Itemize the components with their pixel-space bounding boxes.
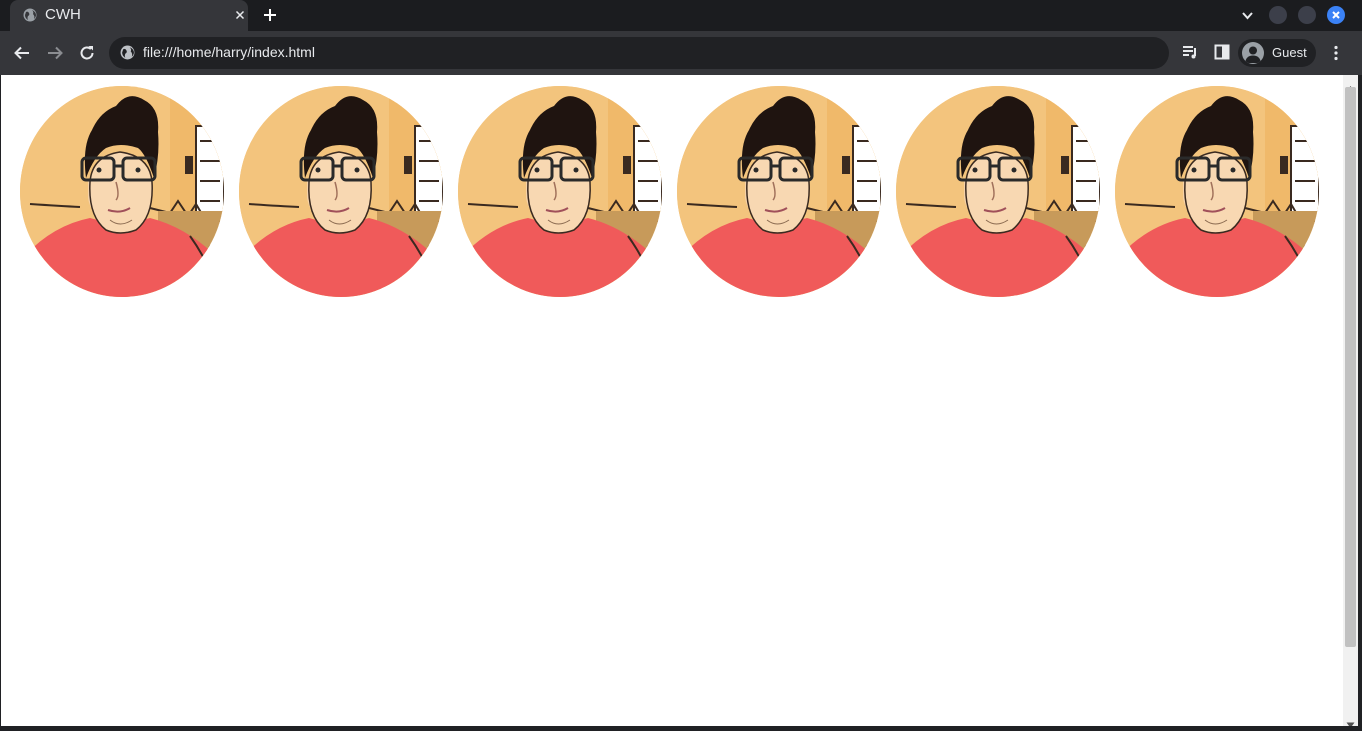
profile-photo [677,86,881,297]
tab-strip: CWH [0,0,1362,31]
page-viewport [1,75,1343,726]
scrollbar-thumb[interactable] [1345,87,1356,647]
window-frame-right [1358,75,1362,731]
browser-toolbar: file:///home/harry/index.html Guest [0,31,1362,75]
profile-photo [458,86,662,297]
address-bar[interactable]: file:///home/harry/index.html [109,37,1169,69]
person-icon [1242,42,1264,64]
tab-cwh[interactable]: CWH [10,0,248,31]
profile-button[interactable]: Guest [1238,39,1316,67]
profile-photo [239,86,443,297]
profile-photo [20,86,224,297]
arrow-left-icon[interactable] [13,44,31,62]
side-panel-icon[interactable] [1213,43,1231,61]
profile-photo [1115,86,1319,297]
image-gallery [20,86,1330,298]
minimize-button[interactable] [1269,6,1287,24]
reload-icon[interactable] [78,44,96,62]
kebab-menu-icon[interactable] [1328,44,1344,62]
close-icon [1332,11,1340,19]
window-close-button[interactable] [1327,6,1345,24]
window-frame-bottom [0,726,1362,731]
globe-icon [23,8,37,22]
vertical-scrollbar[interactable] [1343,75,1358,728]
profile-photo [896,86,1100,297]
arrow-right-icon[interactable] [46,44,64,62]
maximize-button[interactable] [1298,6,1316,24]
profile-label: Guest [1272,45,1307,60]
plus-icon[interactable] [262,7,278,23]
url-text[interactable]: file:///home/harry/index.html [143,44,315,60]
globe-icon[interactable] [120,45,135,60]
scroll-down-arrow-icon[interactable] [1346,716,1355,728]
chevron-down-icon[interactable] [1240,8,1255,23]
tab-title: CWH [45,6,81,23]
media-queue-icon[interactable] [1181,43,1199,61]
scroll-up-arrow-icon[interactable] [1346,79,1355,92]
close-icon[interactable] [232,7,248,23]
